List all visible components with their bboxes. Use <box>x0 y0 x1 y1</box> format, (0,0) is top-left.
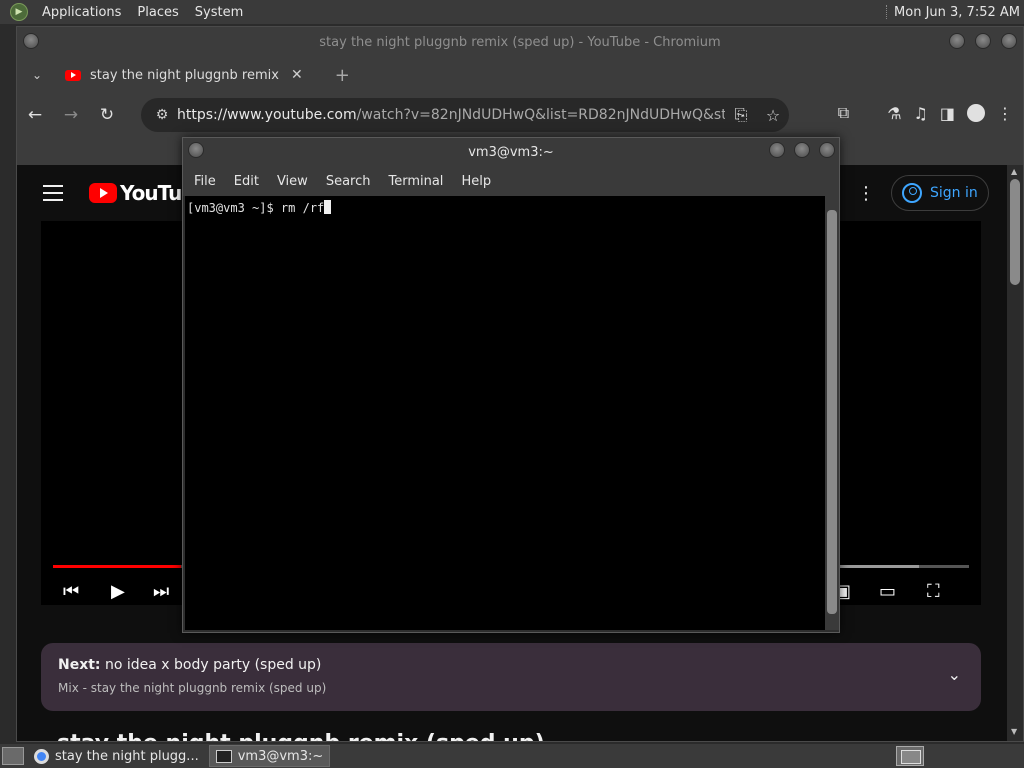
terminal-window-menu-button[interactable] <box>188 142 204 158</box>
progress-fill <box>53 565 182 568</box>
fullscreen-icon[interactable]: ⛶ <box>927 581 940 602</box>
settings-more-icon[interactable]: ⋮ <box>857 183 875 204</box>
sign-in-button[interactable]: Sign in <box>891 175 989 211</box>
youtube-play-logo-icon <box>89 183 117 203</box>
terminal-maximize-button[interactable] <box>794 142 810 158</box>
url-text[interactable]: https://www.youtube.com/watch?v=82nJNdUD… <box>177 107 725 123</box>
bottom-panel: stay the night plugg... vm3@vm3:~ <box>0 744 1024 768</box>
up-next-line: Next: no idea x body party (sped up) <box>58 657 321 673</box>
reload-icon[interactable]: ↻ <box>89 105 125 125</box>
account-icon <box>902 183 922 203</box>
menu-view[interactable]: View <box>268 174 317 189</box>
profile-avatar[interactable] <box>967 104 985 122</box>
terminal-scrollbar[interactable] <box>825 196 839 630</box>
tab-youtube[interactable]: stay the night pluggnb remix ✕ <box>57 60 311 90</box>
media-controls-icon[interactable]: ♫ <box>914 104 928 123</box>
hamburger-menu-icon[interactable] <box>43 185 63 206</box>
bookmark-star-icon[interactable]: ☆ <box>757 106 789 125</box>
taskbar-item-label: vm3@vm3:~ <box>237 748 324 764</box>
install-app-icon[interactable]: ⎘ <box>725 105 757 125</box>
forward-icon[interactable]: → <box>53 105 89 125</box>
top-panel: ▶ Applications Places System Mon Jun 3, … <box>0 0 1024 24</box>
chromium-titlebar[interactable]: stay the night pluggnb remix (sped up) -… <box>17 27 1023 57</box>
terminal-screen[interactable]: [vm3@vm3 ~]$ rm /rf <box>185 196 825 630</box>
address-bar[interactable]: ⚙ https://www.youtube.com/watch?v=82nJNd… <box>141 98 789 132</box>
video-title: stay the night pluggnb remix (sped up) <box>57 731 545 741</box>
maximize-button[interactable] <box>975 33 991 49</box>
text-cursor <box>324 200 332 214</box>
terminal-close-button[interactable] <box>819 142 835 158</box>
menu-file[interactable]: File <box>185 174 225 189</box>
clock[interactable]: Mon Jun 3, 7:52 AM <box>894 5 1020 20</box>
page-scrollbar[interactable]: ▲ ▼ <box>1007 165 1023 741</box>
navigation-bar: ← → ↻ ⚙ https://www.youtube.com/watch?v=… <box>17 93 1023 137</box>
back-icon[interactable]: ← <box>17 105 53 125</box>
menu-edit[interactable]: Edit <box>225 174 268 189</box>
tab-search-icon[interactable]: ⌄ <box>17 68 57 82</box>
previous-icon[interactable]: ⏮ <box>63 581 79 602</box>
gnome-foot-icon[interactable]: ▶ <box>10 3 28 21</box>
applications-menu[interactable]: Applications <box>34 5 129 20</box>
side-panel-icon[interactable]: ◨ <box>940 104 955 123</box>
terminal-prompt-line: [vm3@vm3 ~]$ rm /rf <box>187 201 325 215</box>
panel-separator <box>886 5 888 19</box>
minimize-button[interactable] <box>949 33 965 49</box>
terminal-minimize-button[interactable] <box>769 142 785 158</box>
menu-search[interactable]: Search <box>317 174 380 189</box>
menu-terminal[interactable]: Terminal <box>379 174 452 189</box>
window-title: stay the night pluggnb remix (sped up) -… <box>319 34 721 50</box>
extensions-icon[interactable]: ⧉ <box>838 103 849 123</box>
terminal-menubar: File Edit View Search Terminal Help <box>183 166 839 196</box>
playlist-name: Mix - stay the night pluggnb remix (sped… <box>58 681 327 695</box>
places-menu[interactable]: Places <box>129 5 186 20</box>
up-next-title: no idea x body party (sped up) <box>105 657 322 673</box>
taskbar-item-terminal[interactable]: vm3@vm3:~ <box>208 745 331 767</box>
play-icon[interactable]: ▶ <box>111 581 125 602</box>
terminal-scrollbar-thumb[interactable] <box>827 210 837 614</box>
sign-in-label: Sign in <box>930 185 978 201</box>
terminal-icon <box>215 749 232 763</box>
terminal-titlebar[interactable]: vm3@vm3:~ <box>183 138 839 166</box>
site-info-icon[interactable]: ⚙ <box>147 107 177 123</box>
chevron-down-icon[interactable]: ⌄ <box>948 665 961 684</box>
workspace-switcher[interactable] <box>896 746 924 766</box>
youtube-favicon-icon <box>65 69 81 81</box>
tab-close-icon[interactable]: ✕ <box>291 67 303 83</box>
tab-bar: ⌄ stay the night pluggnb remix ✕ + <box>17 57 1023 93</box>
terminal-window: vm3@vm3:~ File Edit View Search Terminal… <box>182 137 840 633</box>
up-next-card[interactable]: Next: no idea x body party (sped up) Mix… <box>41 643 981 711</box>
buffer-bar <box>827 565 919 568</box>
scroll-down-icon[interactable]: ▼ <box>1011 727 1017 736</box>
chrome-menu-icon[interactable]: ⋮ <box>997 104 1013 123</box>
scroll-up-icon[interactable]: ▲ <box>1011 167 1017 176</box>
window-menu-button[interactable] <box>23 33 39 49</box>
tab-title: stay the night pluggnb remix <box>90 67 279 83</box>
scrollbar-thumb[interactable] <box>1010 179 1020 285</box>
chromium-icon <box>34 748 49 764</box>
show-desktop-icon[interactable] <box>2 747 24 765</box>
theater-mode-icon[interactable]: ▭ <box>879 581 896 602</box>
menu-help[interactable]: Help <box>452 174 500 189</box>
labs-flask-icon[interactable]: ⚗ <box>887 104 901 123</box>
next-icon[interactable]: ⏭ <box>153 581 169 602</box>
url-path: /watch?v=82nJNdUDHwQ&list=RD82nJNdUDHwQ&… <box>356 107 725 123</box>
close-button[interactable] <box>1001 33 1017 49</box>
up-next-label: Next: <box>58 657 101 673</box>
terminal-title: vm3@vm3:~ <box>468 144 554 160</box>
taskbar-item-label: stay the night plugg... <box>55 748 199 764</box>
url-host: https://www.youtube.com <box>177 107 357 123</box>
new-tab-icon[interactable]: + <box>335 65 350 86</box>
system-menu[interactable]: System <box>187 5 251 20</box>
taskbar-item-chromium[interactable]: stay the night plugg... <box>28 745 205 767</box>
